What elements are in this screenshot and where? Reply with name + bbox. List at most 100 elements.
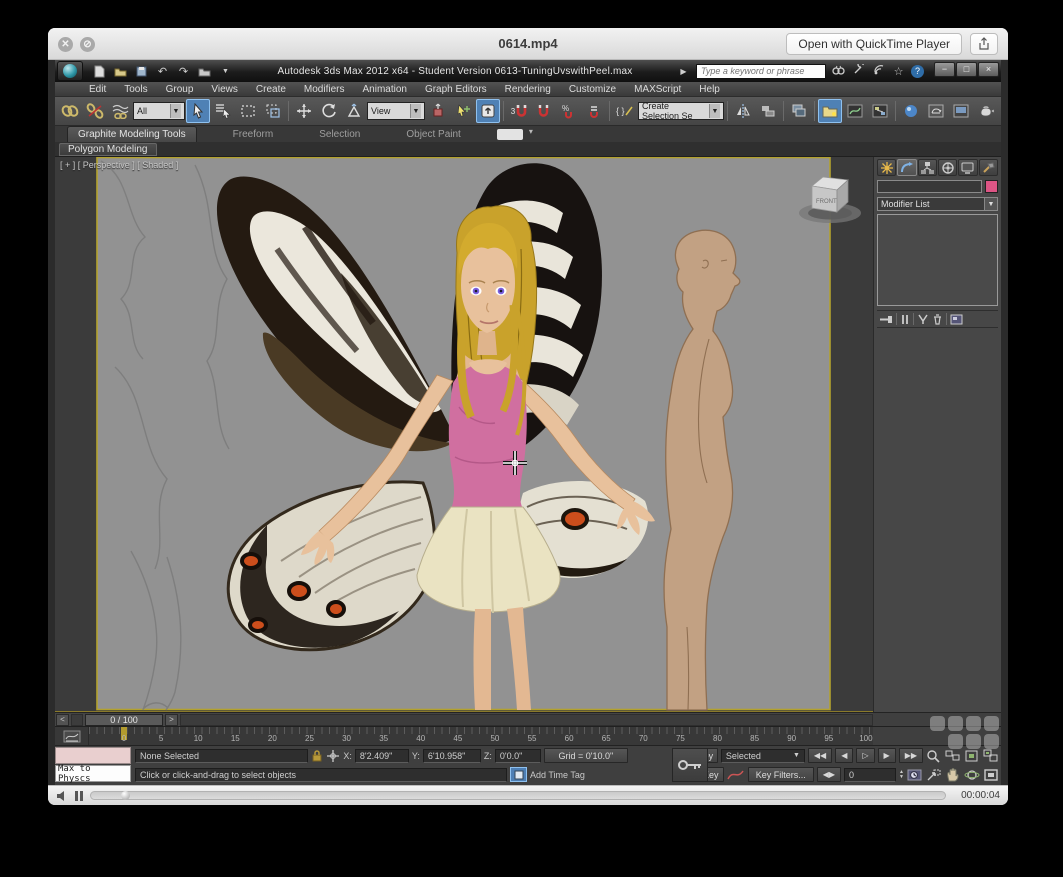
key-filters-button[interactable]: Key Filters... xyxy=(748,767,814,782)
infocenter-arrow-icon[interactable]: ▶ xyxy=(676,67,691,76)
y-coordinate-field[interactable]: 6'10.958" xyxy=(423,749,481,763)
menu-item[interactable]: Help xyxy=(699,84,720,95)
selection-filter-dropdown[interactable]: All▼ xyxy=(133,102,185,120)
x-coordinate-field[interactable]: 8'2.409" xyxy=(355,749,409,763)
material-editor-icon[interactable] xyxy=(899,99,923,123)
render-production-icon[interactable] xyxy=(974,99,998,123)
menu-item[interactable]: Rendering xyxy=(505,84,551,95)
window-crossing-icon[interactable] xyxy=(261,99,285,123)
z-coordinate-field[interactable]: 0'0.0" xyxy=(495,749,541,763)
video-frame[interactable]: ↶ ↷ ▼ Autodesk 3ds Max 2012 x64 - Studen… xyxy=(48,60,1008,785)
spinner-snap-icon[interactable] xyxy=(582,99,606,123)
goto-start-button[interactable]: ◀◀ xyxy=(808,748,832,763)
volume-icon[interactable] xyxy=(56,790,68,802)
project-folder-icon[interactable] xyxy=(196,64,213,79)
max-app-button[interactable] xyxy=(57,61,83,81)
save-file-icon[interactable] xyxy=(133,64,150,79)
unlink-selection-icon[interactable] xyxy=(83,99,107,123)
panel-polygon-modeling[interactable]: Polygon Modeling xyxy=(59,143,157,156)
tab-object-paint[interactable]: Object Paint xyxy=(396,127,470,142)
rendered-frame-window-icon[interactable] xyxy=(949,99,973,123)
remove-modifier-icon[interactable] xyxy=(932,314,943,325)
select-and-move-icon[interactable] xyxy=(292,99,316,123)
menu-item[interactable]: Create xyxy=(256,84,286,95)
tab-selection[interactable]: Selection xyxy=(309,127,370,142)
mini-curve-editor-button[interactable] xyxy=(55,727,89,745)
zoom-region-icon[interactable] xyxy=(926,768,942,782)
minimize-button[interactable]: − xyxy=(934,62,955,77)
close-button[interactable]: × xyxy=(978,62,999,77)
time-configuration-icon[interactable] xyxy=(907,768,923,782)
select-and-manipulate-icon[interactable] xyxy=(451,99,475,123)
bind-to-space-warp-icon[interactable] xyxy=(108,99,132,123)
select-object-icon[interactable] xyxy=(186,99,210,123)
qt-playhead[interactable] xyxy=(121,791,130,800)
pause-button-icon[interactable] xyxy=(74,790,84,802)
favorites-star-icon[interactable]: ☆ xyxy=(891,65,906,78)
menu-item[interactable]: Animation xyxy=(362,84,406,95)
goto-end-button[interactable]: ▶▶ xyxy=(899,748,923,763)
selection-lock-icon[interactable] xyxy=(311,749,323,763)
next-key-button[interactable]: ▶ xyxy=(878,748,896,763)
rectangular-selection-region-icon[interactable] xyxy=(236,99,260,123)
align-icon[interactable] xyxy=(756,99,780,123)
orbit-icon[interactable] xyxy=(964,768,980,782)
key-filter-curve-icon[interactable] xyxy=(727,768,745,781)
absolute-mode-icon[interactable] xyxy=(326,749,340,763)
named-selection-sets-dropdown[interactable]: Create Selection Se▼ xyxy=(638,102,724,120)
key-set-dropdown[interactable]: Selected▼ xyxy=(721,749,805,763)
edit-named-selection-sets-icon[interactable]: { } xyxy=(613,99,637,123)
minimize-ribbon-icon[interactable] xyxy=(497,129,523,140)
open-file-icon[interactable] xyxy=(112,64,129,79)
current-frame-field[interactable]: 0 xyxy=(844,768,896,782)
time-slider-track[interactable] xyxy=(180,714,873,726)
keyboard-shortcut-override-icon[interactable] xyxy=(476,99,500,123)
maximize-viewport-icon[interactable] xyxy=(983,768,999,782)
subscription-center-icon[interactable] xyxy=(851,64,866,78)
make-unique-icon[interactable] xyxy=(917,314,929,325)
object-color-swatch[interactable] xyxy=(985,180,998,193)
qt-close-icon[interactable]: ✕ xyxy=(58,37,73,52)
angle-snap-icon[interactable] xyxy=(532,99,556,123)
menu-item[interactable]: Views xyxy=(211,84,238,95)
qat-dropdown-icon[interactable]: ▼ xyxy=(217,64,234,79)
rollout-area[interactable] xyxy=(877,328,998,708)
menu-item[interactable]: Modifiers xyxy=(304,84,345,95)
show-end-result-icon[interactable] xyxy=(900,314,910,325)
next-frame-arrow[interactable]: > xyxy=(165,714,178,726)
tab-freeform[interactable]: Freeform xyxy=(223,127,284,142)
render-setup-icon[interactable] xyxy=(924,99,948,123)
menu-item[interactable]: Group xyxy=(166,84,194,95)
help-icon[interactable]: ? xyxy=(911,65,924,78)
mirror-icon[interactable] xyxy=(731,99,755,123)
menu-item[interactable]: Graph Editors xyxy=(425,84,487,95)
maxscript-mini-listener[interactable]: Max to Physcs xyxy=(55,765,131,782)
menu-item[interactable]: Edit xyxy=(89,84,106,95)
add-time-tag[interactable]: Add Time Tag xyxy=(530,770,606,780)
communication-center-icon[interactable] xyxy=(871,64,886,78)
select-and-link-icon[interactable] xyxy=(58,99,82,123)
open-with-quicktime-button[interactable]: Open with QuickTime Player xyxy=(786,33,962,55)
key-mode-toggle[interactable]: ◀▶ xyxy=(817,767,841,782)
tab-modify-icon[interactable] xyxy=(897,159,916,176)
modifier-stack[interactable] xyxy=(877,214,998,306)
manage-layers-icon[interactable] xyxy=(787,99,811,123)
set-keys-button[interactable] xyxy=(672,748,708,782)
previous-frame-arrow[interactable]: < xyxy=(56,714,69,726)
schematic-view-icon[interactable] xyxy=(868,99,892,123)
infocenter-search-input[interactable] xyxy=(696,64,826,79)
snaps-toggle-icon[interactable]: 3 xyxy=(507,99,531,123)
play-button[interactable]: ▷ xyxy=(856,748,874,763)
track-bar-ruler[interactable]: 0510152025303540455055606570758085909510… xyxy=(89,727,873,746)
binoculars-search-icon[interactable] xyxy=(831,65,846,78)
graphite-modeling-toggle-icon[interactable] xyxy=(818,99,842,123)
configure-modifier-sets-icon[interactable] xyxy=(950,314,963,325)
frame-spinner[interactable]: ▲▼ xyxy=(899,770,904,780)
tab-display-icon[interactable] xyxy=(958,159,977,176)
qt-progress-bar[interactable] xyxy=(90,791,946,800)
undo-icon[interactable]: ↶ xyxy=(154,64,171,79)
pan-hand-icon[interactable] xyxy=(945,768,961,782)
use-pivot-point-icon[interactable] xyxy=(426,99,450,123)
tab-create-icon[interactable] xyxy=(877,159,896,176)
select-by-name-icon[interactable] xyxy=(211,99,235,123)
